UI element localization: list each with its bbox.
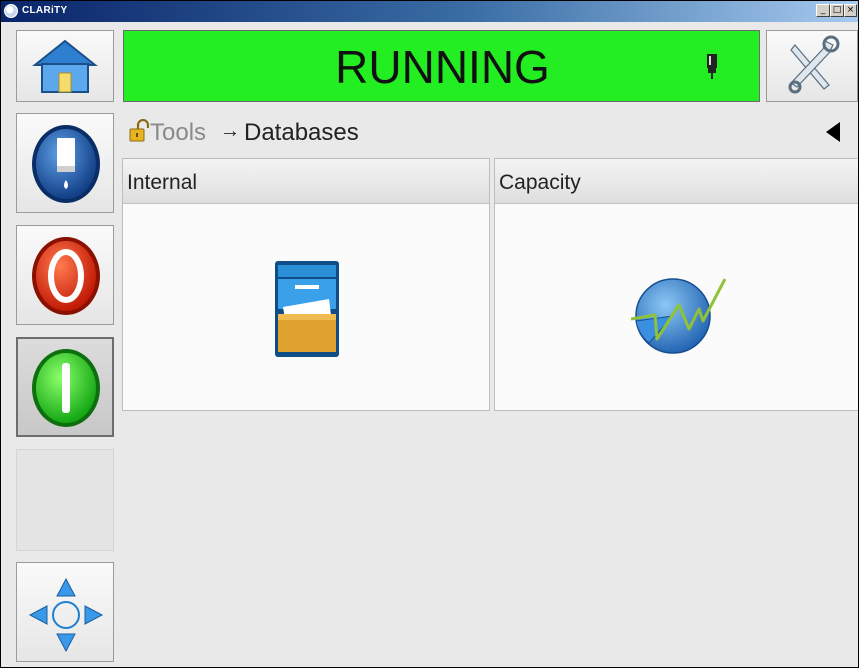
- breadcrumb: Tools → Databases: [123, 113, 858, 153]
- ink-cartridge-icon: [707, 54, 717, 79]
- close-button[interactable]: ×: [844, 4, 857, 17]
- home-button[interactable]: [16, 30, 114, 102]
- database-cabinet-icon: [275, 261, 339, 357]
- tile-label: Capacity: [499, 171, 581, 194]
- breadcrumb-tools-link[interactable]: Tools: [150, 119, 206, 147]
- printer-status-button[interactable]: [16, 113, 114, 213]
- empty-button-slot: [16, 449, 114, 551]
- breadcrumb-separator: →: [220, 120, 240, 142]
- printer-state-banner[interactable]: RUNNING: [123, 30, 760, 102]
- unlocked-padlock-icon: [129, 119, 149, 142]
- internal-database-tile[interactable]: Internal: [122, 158, 490, 411]
- printer-state-text: RUNNING: [335, 41, 550, 93]
- minimize-button[interactable]: _: [816, 4, 830, 17]
- navigation-button[interactable]: [16, 562, 114, 662]
- maximize-button[interactable]: □: [830, 4, 844, 17]
- title-bar: CLARiTY _ □ ×: [1, 1, 858, 22]
- tile-header: Internal: [123, 159, 489, 204]
- tile-header: Capacity: [495, 159, 858, 204]
- navigation-arrows-icon: [28, 577, 104, 653]
- tools-icon: [788, 35, 840, 94]
- start-button[interactable]: [16, 337, 114, 437]
- capacity-tile[interactable]: Capacity: [494, 158, 858, 411]
- stop-button[interactable]: [16, 225, 114, 325]
- window-title: CLARiTY: [22, 5, 68, 16]
- back-arrow-icon[interactable]: [826, 122, 840, 142]
- ink-status-icon: [32, 125, 100, 203]
- app-logo-icon: [4, 4, 18, 18]
- home-icon: [32, 39, 98, 93]
- stop-icon: [32, 237, 100, 315]
- tools-button[interactable]: [766, 30, 858, 102]
- start-icon: [32, 349, 100, 427]
- tile-label: Internal: [127, 171, 198, 194]
- breadcrumb-current-page: Databases: [244, 119, 359, 146]
- capacity-chart-icon: [630, 278, 727, 354]
- app-window: CLARiTY _ □ × RUNNING Tools → Databases …: [0, 0, 859, 668]
